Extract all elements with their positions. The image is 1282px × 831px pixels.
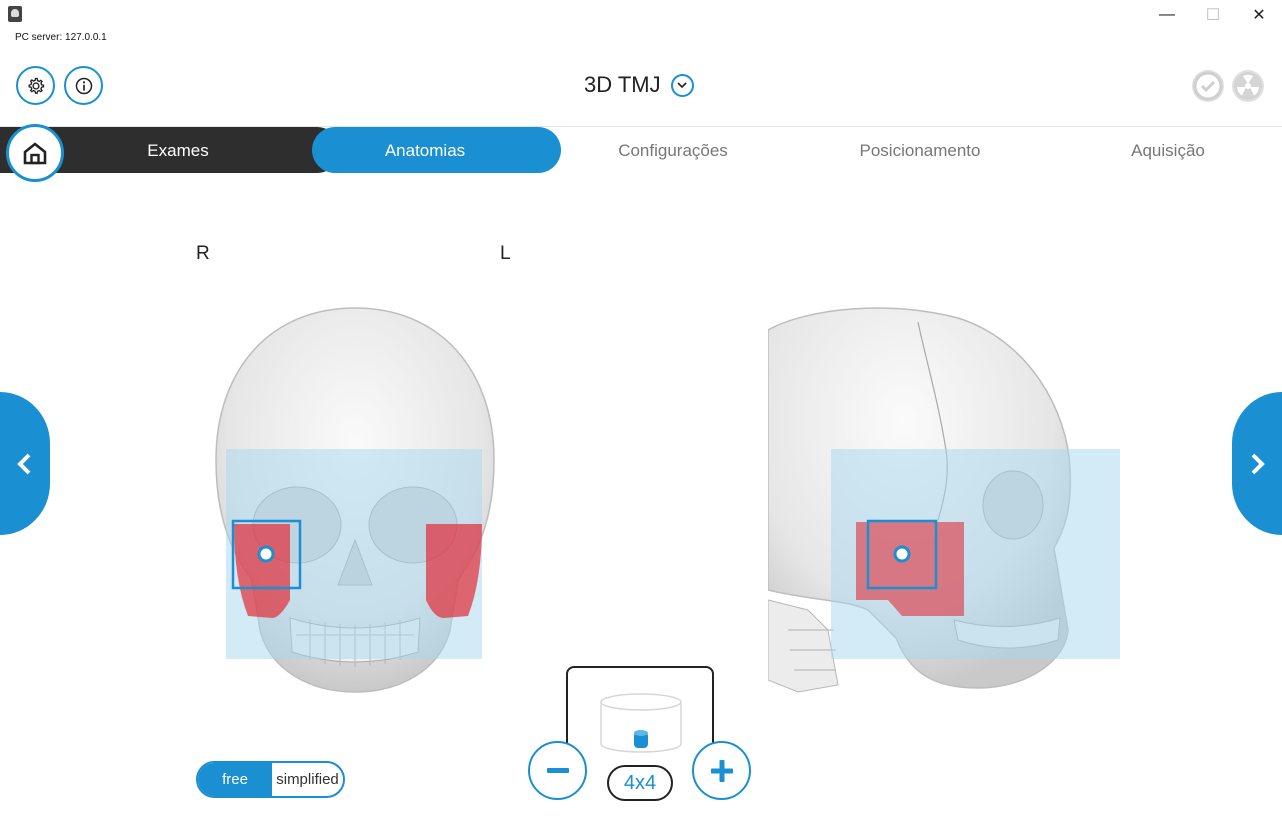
previous-button[interactable] <box>0 392 50 535</box>
increase-fov-button[interactable] <box>692 741 751 800</box>
app-icon <box>8 6 22 22</box>
mode-free-option[interactable]: free <box>198 763 272 796</box>
gear-icon <box>28 77 44 94</box>
chevron-down-icon <box>677 82 687 89</box>
chevron-right-icon <box>1251 453 1265 474</box>
close-button[interactable]: ✕ <box>1236 0 1282 30</box>
frontal-skull-view[interactable] <box>200 300 510 700</box>
decrease-fov-button[interactable] <box>528 741 587 800</box>
home-icon <box>23 142 47 165</box>
home-button[interactable] <box>6 124 64 182</box>
mode-toggle[interactable]: free simplified <box>196 761 345 798</box>
lateral-skull-view[interactable] <box>768 300 1128 700</box>
right-side-label: R <box>196 243 210 264</box>
chevron-left-icon <box>17 453 31 474</box>
info-button[interactable] <box>64 66 103 105</box>
radiation-status[interactable] <box>1232 70 1264 102</box>
left-side-label: L <box>500 243 511 264</box>
tab-posicionamento[interactable]: Posicionamento <box>840 141 1000 161</box>
page-title: 3D TMJ <box>584 72 661 97</box>
settings-button[interactable] <box>16 66 55 105</box>
check-icon <box>1193 71 1223 101</box>
fov-selector-panel <box>566 666 714 778</box>
server-label: PC server: 127.0.0.1 <box>15 32 107 43</box>
plus-icon <box>710 759 733 782</box>
fov-cylinder-icon <box>600 693 682 753</box>
tab-anatomias-label: Anatomias <box>384 141 466 160</box>
confirm-status[interactable] <box>1192 70 1224 102</box>
exam-title: 3D TMJ <box>584 72 694 98</box>
info-icon <box>75 77 92 94</box>
tab-aquisicao[interactable]: Aquisição <box>1118 141 1218 161</box>
roi-center-handle-lateral[interactable] <box>893 545 911 563</box>
mode-simplified-option[interactable]: simplified <box>272 763 343 796</box>
maximize-button[interactable]: ☐ <box>1190 0 1236 30</box>
radiation-icon <box>1234 72 1262 100</box>
roi-center-handle[interactable] <box>257 545 275 563</box>
tab-configuracoes[interactable]: Configurações <box>600 141 746 161</box>
window-controls: — ☐ ✕ <box>1144 0 1282 30</box>
minimize-button[interactable]: — <box>1144 0 1190 30</box>
tab-exames-label: Exames <box>147 141 209 160</box>
minus-icon <box>546 767 569 773</box>
title-dropdown-button[interactable] <box>670 73 694 97</box>
fov-size-label: 4x4 <box>607 765 673 801</box>
next-button[interactable] <box>1232 392 1282 535</box>
